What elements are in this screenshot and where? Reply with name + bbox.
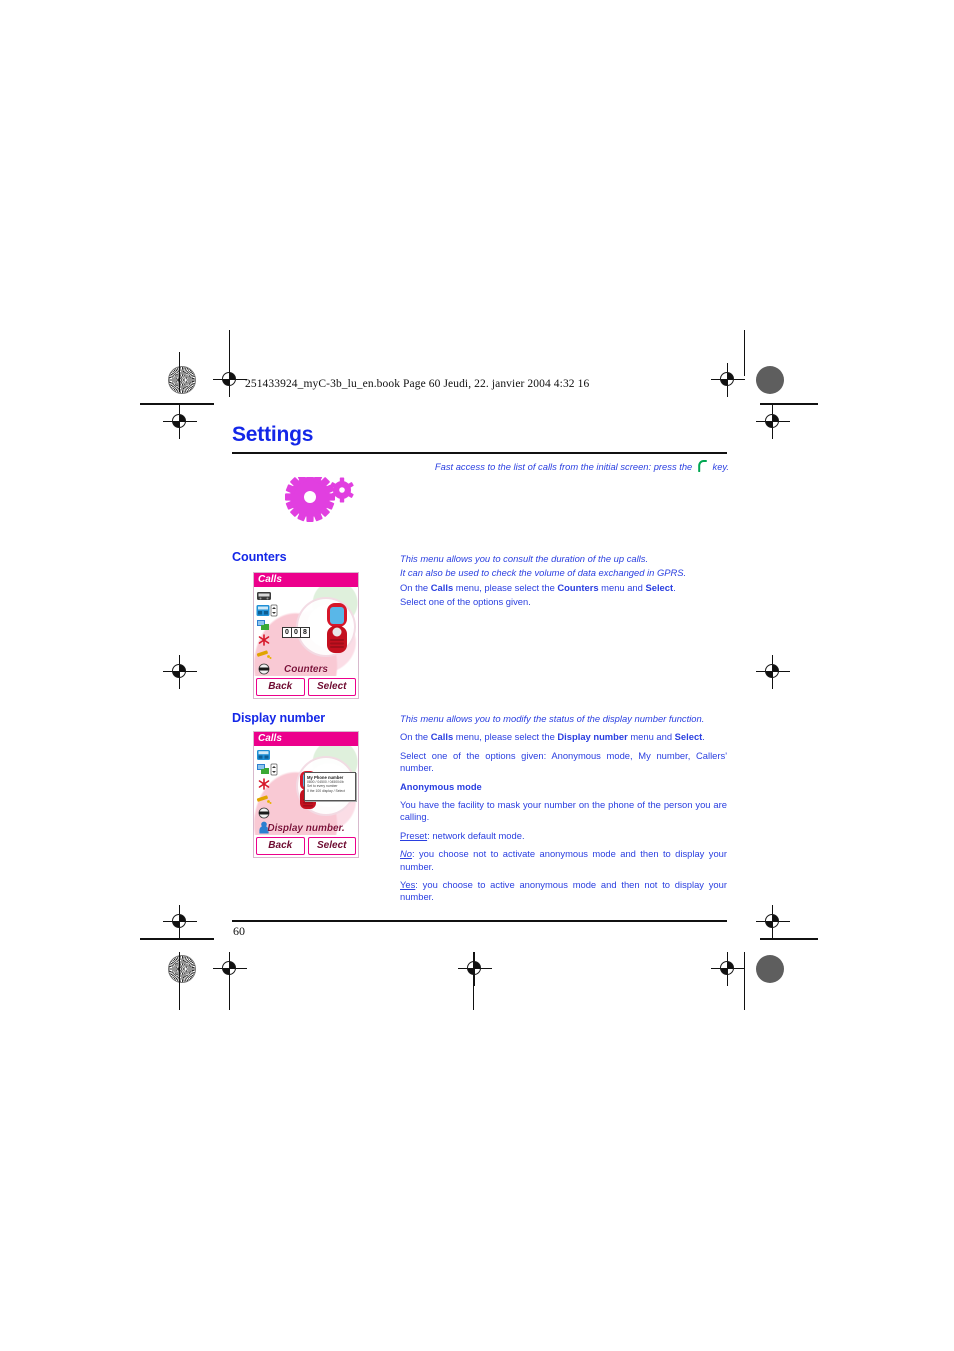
phone-screenshot-display-number: Calls My Phone number 0800 / 04500 / 045…: [253, 731, 359, 858]
softkey-back-2[interactable]: Back: [256, 837, 305, 855]
cost-counter-icon: [256, 647, 272, 660]
counters-paragraph-3: On the Calls menu, please select the Cou…: [400, 581, 676, 593]
option-yes-term: Yes: [400, 879, 416, 891]
phone-body-counters: 0 0 8 Counters: [254, 587, 358, 676]
phone-caption-counters: Counters: [284, 664, 328, 675]
dialog-sub-3: 0 the 100 display / Select: [307, 788, 345, 793]
softkey-select-2[interactable]: Select: [307, 837, 356, 855]
option-no-term: No: [400, 848, 412, 860]
counters-paragraph-1: This menu allows you to consult the dura…: [400, 553, 649, 564]
subsection-heading-anonymous-mode: Anonymous mode: [400, 780, 482, 792]
counter-digit-2: 0: [292, 628, 301, 637]
call-waiting-star-icon: [256, 633, 272, 646]
phone-dialog-my-number: My Phone number 0800 / 04500 / 045004/b …: [304, 772, 356, 801]
anonymous-mode-intro: You have the facility to mask your numbe…: [400, 799, 727, 823]
settings-gears-icon: [272, 472, 358, 533]
fast-access-note: Fast access to the list of calls from th…: [399, 460, 729, 473]
footer-divider: [232, 920, 727, 922]
display-paragraph-1: This menu allows you to modify the statu…: [400, 713, 705, 724]
display-paragraph-2: On the Calls menu, please select the Dis…: [400, 731, 705, 743]
phone-softkeys-counters: Back Select: [254, 676, 358, 698]
document-page: 251433924_myC-3b_lu_en.book Page 60 Jeud…: [0, 0, 954, 1351]
phone-screenshot-counters: Calls 0 0 8 Counters Back Select: [253, 572, 359, 699]
title-divider: [232, 452, 727, 454]
red-phone-illustration: [327, 603, 347, 653]
page-number: 60: [233, 924, 245, 938]
call-list-icon-2: [256, 748, 272, 761]
phone-menu-icon-strip-display: [256, 748, 280, 835]
option-preset-desc: : network default mode.: [427, 829, 525, 841]
option-preset-term: Preset: [400, 829, 428, 841]
page-title: Settings: [232, 423, 314, 446]
dialog-title: My Phone number: [307, 775, 344, 780]
book-filename-header: 251433924_myC-3b_lu_en.book Page 60 Jeud…: [245, 378, 590, 390]
counter-digit-3: 8: [303, 629, 307, 636]
anonymous-face-icon-2: [256, 806, 272, 819]
phone-softkeys-display-number: Back Select: [254, 835, 358, 857]
phone-body-display-number: My Phone number 0800 / 04500 / 045004/b …: [254, 746, 358, 835]
counters-paragraph-4: Select one of the options given.: [400, 596, 531, 608]
option-preset: Preset: network default mode.: [400, 830, 727, 842]
green-handset-icon: [697, 460, 708, 473]
phone-menu-icon-strip-counters: [256, 589, 280, 676]
phone-caption-display-number: Display number.: [267, 823, 345, 834]
counters-paragraph-2: It can also be used to check the volume …: [400, 567, 687, 579]
softkey-back[interactable]: Back: [256, 678, 305, 696]
phone-title-calls-2: Calls: [254, 732, 358, 746]
counter-digit-1: 0: [283, 628, 292, 637]
call-waiting-star-icon-2: [256, 777, 272, 790]
cost-counter-icon-2: [256, 792, 272, 805]
phone-title-calls: Calls: [254, 573, 358, 587]
option-yes-desc: : you choose to active anonymous mode an…: [400, 879, 727, 903]
divert-calls-icon: [256, 618, 272, 631]
display-number-body-copy: This menu allows you to modify the statu…: [400, 713, 727, 910]
softkey-select[interactable]: Select: [307, 678, 356, 696]
section-heading-display-number: Display number: [232, 711, 326, 725]
call-list-icon: [256, 604, 278, 617]
section-heading-counters: Counters: [232, 550, 287, 564]
fast-access-text-before: Fast access to the list of calls from th…: [434, 461, 693, 472]
option-no: No: you choose not to activate anonymous…: [400, 848, 727, 873]
divert-calls-icon-2: [256, 763, 278, 776]
counters-body-copy: This menu allows you to consult the dura…: [400, 553, 727, 615]
answering-machine-icon: [256, 589, 272, 602]
option-no-desc: : you choose not to activate anonymous m…: [400, 848, 727, 872]
fast-access-text-after: key.: [712, 461, 730, 472]
display-paragraph-3: Select one of the options given: Anonymo…: [400, 749, 727, 774]
option-yes: Yes: you choose to active anonymous mode…: [400, 879, 727, 904]
counter-digits-display: 0 0 8: [282, 627, 310, 638]
